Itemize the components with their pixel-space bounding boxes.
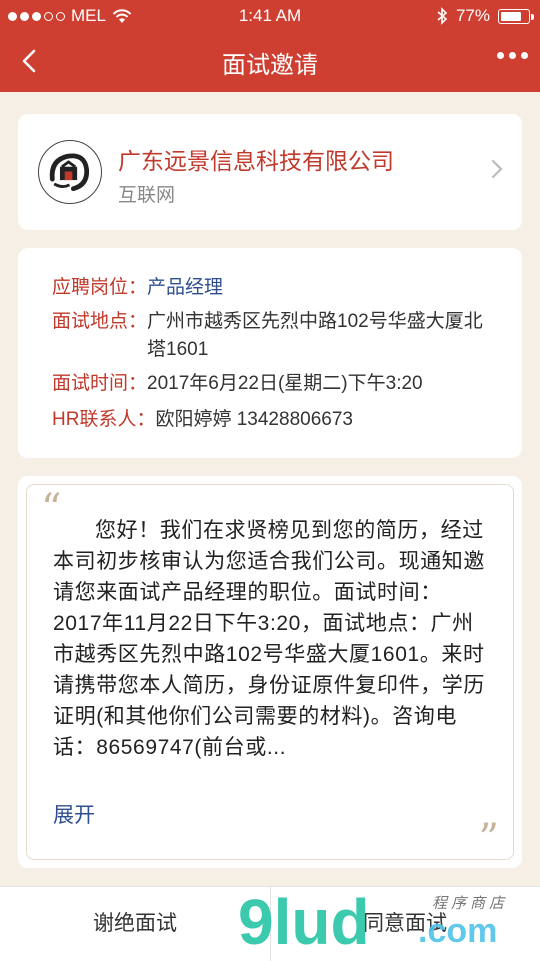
quote-close-icon: ” bbox=[478, 816, 499, 862]
time-value: 2017年6月22日(星期二)下午3:20 bbox=[147, 373, 423, 394]
address-label: 面试地点： bbox=[52, 311, 148, 332]
company-industry: 互联网 bbox=[118, 185, 176, 206]
time-label: 面试时间： bbox=[52, 373, 148, 394]
battery-icon bbox=[498, 8, 534, 24]
message-text: 您好！我们在求贤榜见到您的简历，经过本司初步核审认为您适合我们公司。现通知邀请您… bbox=[53, 519, 485, 759]
company-logo-icon bbox=[49, 153, 90, 192]
more-dot-icon bbox=[509, 52, 516, 59]
status-right: 77% bbox=[436, 6, 534, 26]
company-card[interactable]: 广东远景信息科技有限公司 互联网 bbox=[18, 114, 522, 230]
invitation-message-card: “ 您好！我们在求贤榜见到您的简历，经过本司初步核审认为您适合我们公司。现通知邀… bbox=[18, 476, 522, 868]
hr-value[interactable]: 欧阳婷婷 13428806673 bbox=[155, 406, 353, 434]
decline-interview-button[interactable]: 谢绝面试 bbox=[0, 887, 270, 961]
chevron-right-icon bbox=[491, 159, 503, 179]
expand-link[interactable]: 展开 bbox=[53, 799, 95, 829]
position-label: 应聘岗位： bbox=[52, 277, 148, 298]
time-row: 面试时间： 2017年6月22日(星期二)下午3:20 bbox=[52, 370, 494, 398]
company-logo bbox=[38, 140, 102, 204]
battery-percent: 77% bbox=[455, 6, 490, 25]
page-title: 面试邀请 bbox=[222, 52, 318, 79]
address-value: 广州市越秀区先烈中路102号华盛大厦北塔1601 bbox=[147, 311, 483, 360]
watermark-tagline: 程序商店 bbox=[432, 895, 509, 912]
position-value[interactable]: 产品经理 bbox=[147, 274, 223, 302]
watermark-brand: 9lud bbox=[238, 886, 370, 958]
position-row: 应聘岗位： 产品经理 bbox=[52, 274, 494, 302]
more-dot-icon bbox=[497, 52, 504, 59]
more-options-button[interactable] bbox=[497, 52, 528, 59]
navigation-bar: 面试邀请 bbox=[0, 30, 540, 92]
bluetooth-icon bbox=[437, 7, 448, 25]
watermark-domain: .com bbox=[418, 912, 498, 950]
message-frame: “ 您好！我们在求贤榜见到您的简历，经过本司初步核审认为您适合我们公司。现通知邀… bbox=[26, 484, 514, 860]
company-name: 广东远景信息科技有限公司 bbox=[118, 148, 394, 174]
interview-details-card: 应聘岗位： 产品经理 面试地点： 广州市越秀区先烈中路102号华盛大厦北塔160… bbox=[18, 248, 522, 458]
hr-row: HR联系人： 欧阳婷婷 13428806673 bbox=[52, 406, 494, 434]
hr-label: HR联系人： bbox=[52, 409, 156, 430]
status-bar: MEL 1:41 AM 77% bbox=[0, 0, 540, 30]
more-dot-icon bbox=[521, 52, 528, 59]
address-row: 面试地点： 广州市越秀区先烈中路102号华盛大厦北塔1601 bbox=[52, 308, 494, 364]
